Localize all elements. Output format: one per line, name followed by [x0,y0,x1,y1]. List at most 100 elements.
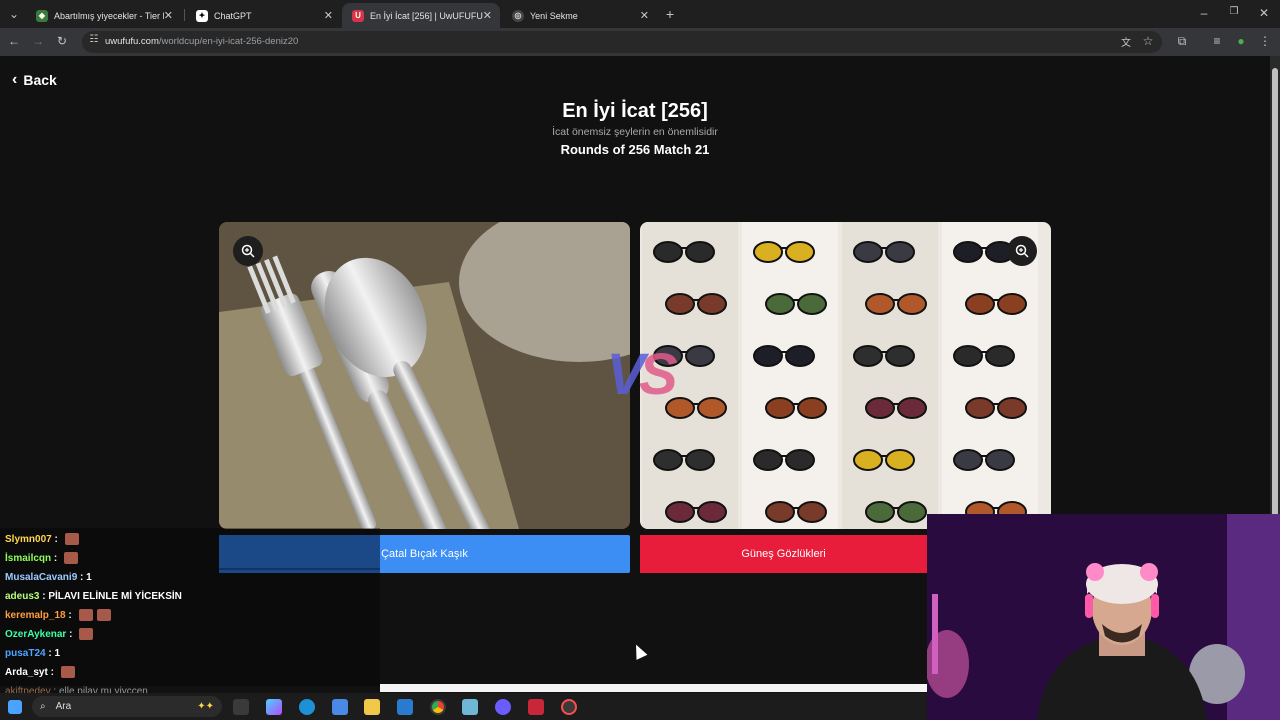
chat-message: İsmailcqn : [5,550,79,566]
chatgpt-favicon-icon: ✦ [196,9,208,22]
vs-letter-s: S [639,342,678,407]
tierlist-favicon-icon: ◆ [36,9,48,22]
store-icon[interactable] [332,699,348,715]
chat-emote-icon [79,628,94,640]
tab-title: En İyi İcat [256] | UwUFUFU [370,10,483,21]
discord-icon[interactable] [495,699,511,715]
chat-emote-icon [64,533,79,545]
chat-text: 1 [54,647,61,659]
chat-username[interactable]: İsmailcqn [5,553,51,564]
sunglasses-image [642,222,1038,529]
chat-message: Slymn007 : [5,531,79,547]
extensions-icon[interactable]: ⧉ [1174,34,1190,49]
tab-divider [184,9,185,21]
taskbar-search[interactable]: ⌕ Ara ✦✦ [32,696,222,717]
tab-tier-list[interactable]: ◆ Abartılmış yiyecekler - Tier List ✕ [26,3,181,28]
translate-icon[interactable]: 文 [1118,34,1134,49]
restore-icon[interactable]: ❐ [1226,6,1242,17]
url-host: uwufufu.com [105,36,159,47]
close-icon[interactable]: ✕ [640,9,649,22]
tab-title: Yeni Sekme [530,10,578,21]
tab-uwufufu[interactable]: U En İyi İcat [256] | UwUFUFU ✕ [342,3,500,28]
chat-username[interactable]: keremalp_18 [5,610,66,621]
chat-username[interactable]: Slymn007 [5,534,52,545]
choice-card-right[interactable] [640,222,1051,529]
close-icon[interactable]: ✕ [324,9,333,22]
chat-separator: : [39,590,49,602]
chat-separator: : [65,609,75,621]
media-controls-icon[interactable]: ≡ [1209,34,1225,48]
chat-text: 1 [86,571,92,583]
url-text: uwufufu.com/worldcup/en-iyi-icat-256-den… [105,36,298,47]
chat-username[interactable]: adeus3 [5,591,39,602]
tab-search-chevron-icon[interactable]: ⌄ [6,7,22,21]
chat-username[interactable]: MusalaCavani9 [5,572,77,583]
chat-message: Arda_syt : [5,664,75,680]
copilot-icon[interactable] [266,699,282,715]
choice-card-left[interactable] [219,222,630,529]
bookmark-star-icon[interactable]: ☆ [1140,34,1156,48]
back-label: Back [23,72,57,88]
vs-letter-v: V [606,342,645,407]
tab-new-tab[interactable]: ◎ Yeni Sekme ✕ [502,3,657,28]
chat-separator: : [45,647,55,659]
site-info-icon[interactable]: ☷ [86,34,102,45]
task-view-icon[interactable] [233,699,249,715]
chat-text: PİLAVI ELİNLE Mİ YİCEKSİN [48,590,182,602]
chrome-icon[interactable] [430,699,446,715]
chat-separator: : [47,666,57,678]
close-icon[interactable]: ✕ [483,9,492,22]
obs-icon[interactable] [561,699,577,715]
zoom-in-icon[interactable] [1007,236,1037,266]
uwufufu-favicon-icon: U [352,9,364,22]
chevron-left-icon: ‹ [12,71,18,88]
reload-icon[interactable]: ↻ [54,34,70,48]
chat-separator: : [51,533,61,545]
chat-emote-icon [78,609,93,621]
tab-title: ChatGPT [214,10,252,21]
shelf-column [942,222,1038,529]
outlook-icon[interactable] [397,699,413,715]
video-app-icon[interactable] [528,699,544,715]
edge-icon[interactable] [299,699,315,715]
chat-emote-icon [60,666,75,678]
cutlery-image [219,222,630,529]
page-title: En İyi İcat [256] [562,100,708,122]
forward-arrow-icon[interactable]: → [30,34,46,48]
choice-button-right[interactable]: Güneş Gözlükleri [640,535,927,573]
profile-avatar-icon[interactable]: ● [1233,34,1249,48]
chrome-favicon-icon: ◎ [512,9,524,22]
close-icon[interactable]: ✕ [164,9,173,22]
app-icon[interactable] [462,699,478,715]
chat-username[interactable]: OzerAykenar [5,629,66,640]
new-tab-plus-icon[interactable]: + [662,6,678,22]
chat-message: keremalp_18 : [5,607,111,623]
tab-title: Abartılmış yiyecekler - Tier List [54,10,164,21]
stream-bottom-bar [380,684,927,692]
file-explorer-icon[interactable] [364,699,380,715]
chat-separator: : [77,571,87,583]
windows-start-icon[interactable] [8,700,22,714]
back-arrow-icon[interactable]: ← [6,34,22,48]
url-path: /worldcup/en-iyi-icat-256-deniz20 [158,36,299,47]
minimize-icon[interactable]: – [1196,6,1212,20]
back-button[interactable]: ‹ Back [12,70,57,90]
streamer-image [927,514,1280,720]
tab-chatgpt[interactable]: ✦ ChatGPT ✕ [186,3,341,28]
chat-emote-icon [64,552,79,564]
chat-username[interactable]: pusaT24 [5,648,46,659]
menu-kebab-icon[interactable]: ⋮ [1257,34,1273,48]
chat-message: MusalaCavani9 : 1 [5,569,92,585]
copilot-sparkle-icon: ✦✦ [197,701,214,712]
chat-username[interactable]: Arda_syt [5,667,48,678]
chat-separator: : [51,552,61,564]
window-close-icon[interactable]: ✕ [1256,6,1272,20]
zoom-in-icon[interactable] [233,236,263,266]
webcam-overlay [927,514,1280,720]
chat-message: pusaT24 : 1 [5,645,60,661]
chat-emote-icon [96,609,111,621]
chat-separator: : [66,628,76,640]
round-indicator: Rounds of 256 Match 21 [560,142,710,157]
choice-left-label[interactable]: Çatal Bıçak Kaşık [219,535,630,573]
vs-badge: VS [584,340,694,410]
